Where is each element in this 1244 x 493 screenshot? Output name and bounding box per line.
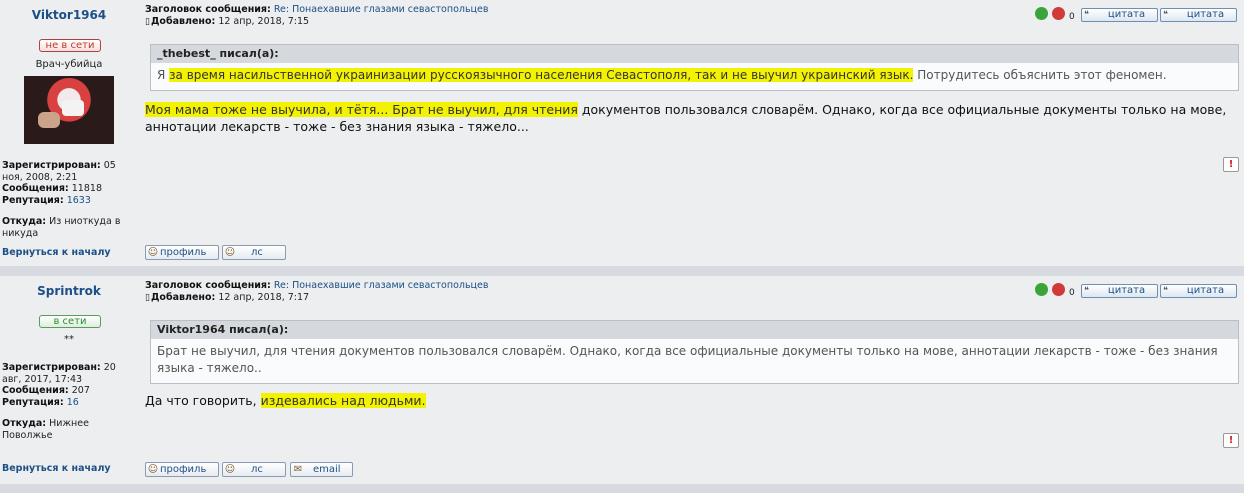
post-1: Viktor1964 не в сети Врач-убийца Зарегис… — [0, 0, 1244, 266]
post-separator — [0, 266, 1244, 276]
post-author-panel: Viktor1964 не в сети Врач-убийца Зарегис… — [0, 0, 138, 266]
author-rank: Врач-убийца — [35, 59, 103, 70]
profile-button[interactable]: ☺ профиль — [145, 462, 219, 477]
from-label: Откуда: — [2, 216, 47, 227]
avatar-hand-shape — [38, 112, 60, 128]
from-label: Откуда: — [2, 418, 47, 429]
reputation-value[interactable]: 1633 — [67, 195, 91, 206]
quote-icon: ❝ — [1163, 286, 1168, 296]
quote-icon: ❝ — [1084, 286, 1089, 296]
post-header: Заголовок сообщения: Re: Понаехавшие гла… — [145, 280, 488, 304]
status-badge: в сети — [39, 315, 101, 328]
avatar — [24, 76, 114, 144]
rep-count: 0 — [1069, 12, 1075, 22]
pm-button[interactable]: ☺ лс — [222, 462, 286, 477]
quote-button[interactable]: ❝ цитата — [1081, 284, 1158, 298]
reputation-label: Репутация: — [2, 396, 64, 408]
registered-label: Зарегистрирован: — [2, 160, 101, 171]
profile-button[interactable]: ☺ профиль — [145, 245, 219, 260]
messages-value: 11818 — [71, 183, 102, 194]
quote-selected-button[interactable]: ❝ цитата — [1160, 8, 1237, 22]
added-value: 12 апр, 2018, 7:17 — [218, 291, 310, 303]
exclamation-icon[interactable]: ! — [1223, 433, 1239, 448]
post-header: Заголовок сообщения: Re: Понаехавшие гла… — [145, 4, 488, 28]
envelope-icon: ✉ — [293, 464, 303, 475]
added-label: Добавлено: — [150, 291, 216, 303]
quote-button[interactable]: ❝ цитата — [1081, 8, 1158, 22]
quote-author: _thebest_ писал(а): — [151, 45, 1238, 63]
exclamation-icon[interactable]: ! — [1223, 157, 1239, 172]
email-button[interactable]: ✉ email — [290, 462, 353, 477]
users-icon: ☺ — [224, 247, 236, 258]
messages-label: Сообщения: — [2, 183, 69, 194]
messages-label: Сообщения: — [2, 385, 69, 396]
added-value: 12 апр, 2018, 7:15 — [218, 15, 310, 27]
red-minus-icon[interactable] — [1052, 283, 1065, 296]
subject-label: Заголовок сообщения: — [145, 280, 271, 291]
post-2: Sprintrok в сети ** Зарегистрирован: 20 … — [0, 276, 1244, 484]
added-label: Добавлено: — [150, 15, 216, 27]
back-to-top-link[interactable]: Вернуться к началу — [2, 247, 111, 258]
highlight: издевались над людьми. — [260, 393, 426, 408]
quote-body: Брат не выучил, для чтения документов по… — [157, 344, 1218, 375]
avatar-mask-shape — [62, 100, 84, 116]
author-info: Зарегистрирован: 05 ноя, 2008, 2:21 Сооб… — [2, 160, 136, 239]
post-body: Моя мама тоже не выучила, и тётя... Брат… — [145, 102, 1227, 134]
post-author-panel: Sprintrok в сети ** Зарегистрирован: 20 … — [0, 276, 138, 484]
author-rank: ** — [64, 334, 74, 345]
registered-label: Зарегистрирован: — [2, 362, 101, 373]
status-badge: не в сети — [39, 39, 101, 52]
highlight: за время насильственной украинизации рус… — [169, 68, 914, 82]
quote-block: _thebest_ писал(а): Я за время насильств… — [150, 44, 1239, 91]
document-icon[interactable]: ▯ — [145, 293, 150, 305]
green-plus-icon[interactable] — [1035, 283, 1048, 296]
author-name[interactable]: Viktor1964 — [0, 8, 138, 22]
author-name[interactable]: Sprintrok — [0, 284, 138, 298]
profile-icon: ☺ — [147, 464, 159, 475]
quote-body: Я за время насильственной украинизации р… — [157, 68, 1167, 82]
post-separator — [0, 484, 1244, 493]
reputation-label: Репутация: — [2, 194, 64, 206]
red-minus-icon[interactable] — [1052, 7, 1065, 20]
reputation-value[interactable]: 16 — [67, 397, 79, 408]
subject-label: Заголовок сообщения: — [145, 4, 271, 15]
author-info: Зарегистрирован: 20 авг, 2017, 17:43 Соо… — [2, 362, 136, 441]
rep-count: 0 — [1069, 288, 1075, 298]
subject-link[interactable]: Re: Понаехавшие глазами севастопольцев — [274, 4, 489, 15]
messages-value: 207 — [71, 385, 90, 396]
highlight: Моя мама тоже не выучила, и тётя... Брат… — [145, 102, 578, 117]
back-to-top-link[interactable]: Вернуться к началу — [2, 463, 111, 474]
subject-link[interactable]: Re: Понаехавшие глазами севастопольцев — [274, 280, 489, 291]
quote-author: Viktor1964 писал(а): — [151, 321, 1238, 339]
quote-icon: ❝ — [1084, 10, 1089, 20]
post-body: Да что говорить, издевались над людьми. — [145, 393, 426, 408]
quote-icon: ❝ — [1163, 10, 1168, 20]
users-icon: ☺ — [224, 464, 236, 475]
profile-icon: ☺ — [147, 247, 159, 258]
pm-button[interactable]: ☺ лс — [222, 245, 286, 260]
quote-block: Viktor1964 писал(а): Брат не выучил, для… — [150, 320, 1239, 384]
quote-selected-button[interactable]: ❝ цитата — [1160, 284, 1237, 298]
document-icon[interactable]: ▯ — [145, 17, 150, 29]
green-plus-icon[interactable] — [1035, 7, 1048, 20]
